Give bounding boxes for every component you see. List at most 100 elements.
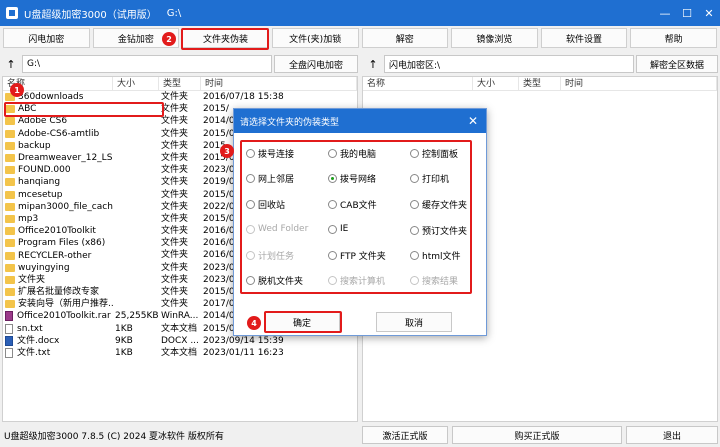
file-size [113,164,159,176]
file-name-text: sn.txt [17,323,43,334]
folder-icon [5,288,15,297]
file-name-text: Program Files (x86) [18,238,106,249]
file-row[interactable]: 文件.docx 9KB DOCX ... 2023/09/14 15:39 [3,335,357,347]
folder-icon [5,275,15,284]
close-icon[interactable]: ✕ [464,112,482,130]
up-arrow-icon[interactable]: ↑ [364,55,382,73]
file-name: 扩展名批量修改专家 [3,286,113,298]
col-time[interactable]: 时间 [201,77,357,91]
help-button[interactable]: 帮助 [630,28,717,48]
left-path-input[interactable]: G:\ [22,55,272,73]
highlight-ok-button [264,311,342,333]
file-type: 文件夹 [161,201,189,212]
activate-button[interactable]: 激活正式版 [362,426,448,444]
flash-encrypt-button[interactable]: 闪电加密 [3,28,90,48]
file-type: 文件夹 [161,250,189,261]
file-size [113,286,159,298]
file-type: WinRA... [161,311,199,322]
maximize-icon[interactable]: ☐ [676,0,698,26]
file-name-text: 扩展名批量修改专家 [18,287,100,298]
file-size [113,298,159,310]
file-name-text: Office2010Toolkit.rar [17,311,111,322]
dialog-title: 请选择文件夹的伪装类型 [234,109,486,133]
close-icon[interactable]: ✕ [698,0,720,26]
app-icon [6,7,18,19]
file-name-text: Adobe-CS6-amtlib [18,128,100,139]
file-name: wuyingying [3,262,113,274]
file-name: Adobe-CS6-amtlib [3,128,113,140]
file-type: 文件夹 [161,152,189,163]
file-type: 文件夹 [161,226,189,237]
file-name: Office2010Toolkit.rar [3,310,113,322]
file-type: 文件夹 [161,140,189,151]
decrypt-button[interactable]: 解密 [361,28,449,48]
file-size [113,213,159,225]
highlight-abc-row [4,102,164,117]
file-type: 文件夹 [161,128,189,139]
full-disk-flash-encrypt-button[interactable]: 全盘闪电加密 [274,55,358,73]
window-title: U盘超级加密3000（试用版） [24,9,157,21]
file-type: 文件夹 [161,262,189,273]
col-size[interactable]: 大小 [113,77,159,91]
file-name-text: Dreamweaver_12_LS3 [18,153,113,164]
step-badge-1: 1 [10,83,24,97]
file-time: 2023/01/11 16:23 [203,347,284,358]
file-name-text: RECYCLER-other [18,250,92,261]
file-size: 1KB [115,347,133,358]
file-size [113,237,159,249]
col-size[interactable]: 大小 [473,77,519,91]
file-time: 2023/09/14 15:39 [203,335,284,346]
file-time: 2016/07/18 15:38 [203,92,284,102]
txt-file-icon [5,348,13,359]
col-type[interactable]: 类型 [519,77,561,91]
file-size: 9KB [115,335,133,346]
file-name: RECYCLER-other [3,249,113,261]
folder-icon [5,190,15,199]
image-browse-button[interactable]: 镜像浏览 [451,28,538,48]
copyright-text: U盘超级加密3000 7.8.5 (C) 2024 夏冰软件 版权所有 [4,432,224,442]
file-size: 25,255KB [115,311,159,322]
file-name-text: Office2010Toolkit [18,226,96,237]
exit-button[interactable]: 退出 [626,426,718,444]
file-name: 安装向导（新用户推荐... [3,298,113,310]
file-type: 文件夹 [161,299,189,310]
file-size [113,152,159,164]
file-lock-button[interactable]: 文件(夹)加锁 [271,28,359,48]
folder-icon [5,227,15,236]
decrypt-all-button[interactable]: 解密全区数据 [636,55,718,73]
file-size [113,201,159,213]
highlight-options [240,140,472,294]
file-name-text: FOUND.000 [18,165,71,176]
file-name-text: 文件夹 [18,274,46,285]
step-badge-3: 3 [220,144,234,158]
right-path-input[interactable]: 闪电加密区:\ [384,55,634,73]
left-column-header: 名称 大小 类型 时间 [3,77,357,91]
folder-icon [5,178,15,187]
folder-icon [5,251,15,260]
folder-icon [5,263,15,272]
minimize-icon[interactable]: — [654,0,676,26]
file-name: mcesetup [3,189,113,201]
file-size [113,249,159,261]
file-type: 文本文档 [161,323,198,334]
col-name[interactable]: 名称 [363,77,473,91]
file-name-text: 安装向导（新用户推荐... [18,299,113,310]
file-type: 文件夹 [161,287,189,297]
buy-button[interactable]: 购买正式版 [452,426,622,444]
cancel-button[interactable]: 取消 [376,312,452,332]
settings-button[interactable]: 软件设置 [540,28,628,48]
file-size [113,128,159,140]
file-size [113,225,159,237]
folder-icon [5,214,15,223]
left-path-bar: ↑ G:\ 全盘闪电加密 [2,54,358,74]
file-row[interactable]: 文件.txt 1KB 文本文档 2023/01/11 16:23 [3,347,357,359]
file-name: sn.txt [3,323,113,335]
col-time[interactable]: 时间 [561,77,717,91]
up-arrow-icon[interactable]: ↑ [2,55,20,73]
highlight-disguise-button [181,28,269,50]
docx-file-icon [5,335,13,346]
right-path-bar: ↑ 闪电加密区:\ 解密全区数据 [364,54,718,74]
col-type[interactable]: 类型 [159,77,201,91]
file-type: 文件夹 [161,238,189,249]
file-name-text: hanqiang [18,177,61,188]
